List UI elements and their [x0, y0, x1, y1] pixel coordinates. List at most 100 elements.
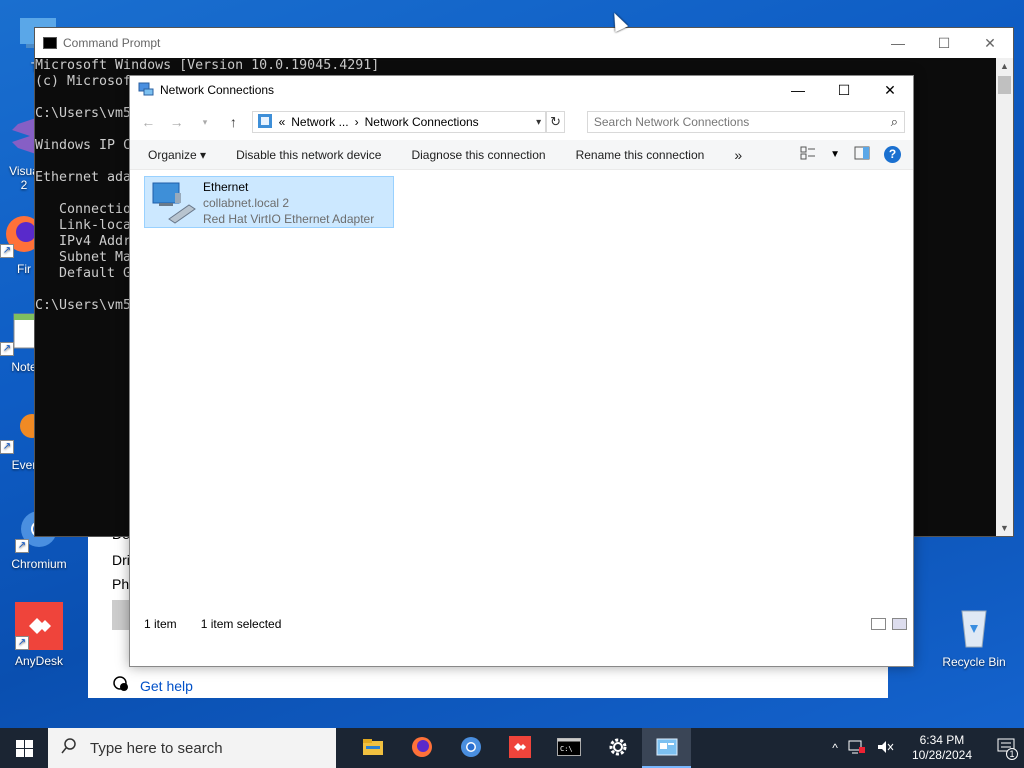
cmd-title: Command Prompt [63, 36, 161, 50]
desktop-icon-anydesk[interactable]: ↗ AnyDesk [1, 602, 77, 668]
anydesk-icon [508, 735, 531, 761]
organize-button[interactable]: Organize ▾ [148, 148, 206, 162]
system-clock[interactable]: 6:34 PM 10/28/2024 [904, 733, 980, 763]
network-tray-icon[interactable] [848, 739, 866, 758]
windows-logo-icon [15, 739, 33, 757]
network-connections-icon [138, 81, 154, 100]
shortcut-arrow-icon: ↗ [15, 539, 29, 553]
search-icon [60, 737, 78, 759]
scroll-down-icon[interactable]: ▼ [996, 520, 1013, 536]
action-center-button[interactable]: 1 [990, 728, 1024, 768]
breadcrumb-overflow[interactable]: « [279, 115, 286, 129]
change-view-icon[interactable] [800, 146, 816, 163]
disable-device-button[interactable]: Disable this network device [236, 148, 381, 162]
ethernet-adapter-icon [149, 179, 197, 225]
search-icon: ⌕ [890, 114, 898, 129]
breadcrumb-network[interactable]: Network ... [291, 115, 348, 129]
adapter-network: collabnet.local 2 [203, 196, 290, 210]
shortcut-arrow-icon: ↗ [0, 342, 14, 356]
cmd-output-line: Microsoft Windows [Version 10.0.19045.42… [35, 58, 380, 73]
network-connections-icon [656, 738, 678, 759]
back-arrow-icon[interactable]: ← [138, 114, 158, 130]
taskbar-file-explorer[interactable] [348, 728, 397, 768]
show-hidden-icons-chevron-icon[interactable]: ^ [832, 741, 838, 755]
file-list[interactable]: Ethernet collabnet.local 2 Red Hat VirtI… [130, 170, 913, 636]
desktop-icon-label: Chromium [11, 557, 67, 571]
shortcut-arrow-icon: ↗ [0, 244, 14, 258]
rename-button[interactable]: Rename this connection [576, 148, 705, 162]
help-icon[interactable]: ? [884, 146, 901, 163]
scroll-up-icon[interactable]: ▲ [996, 58, 1013, 74]
minimize-button[interactable]: — [775, 82, 821, 99]
close-button[interactable]: ✕ [967, 35, 1013, 52]
recent-locations-chevron-icon[interactable]: ▾ [195, 117, 215, 128]
diagnose-button[interactable]: Diagnose this connection [411, 148, 545, 162]
taskbar-chromium[interactable] [446, 728, 495, 768]
network-connections-window[interactable]: Network Connections — ☐ ✕ ← → ▾ ↑ « Netw… [129, 75, 914, 667]
forward-arrow-icon[interactable]: → [166, 114, 186, 130]
maximize-button[interactable]: ☐ [921, 35, 967, 52]
item-count: 1 item [144, 617, 177, 631]
scroll-thumb[interactable] [998, 76, 1011, 94]
taskbar-anydesk[interactable] [495, 728, 544, 768]
nc-title: Network Connections [160, 83, 275, 97]
search-placeholder: Search Network Connections [593, 115, 750, 129]
adapter-name: Ethernet [203, 180, 249, 194]
chromium-icon [460, 736, 482, 761]
settings-gray-block [112, 600, 130, 630]
status-bar: 1 item 1 item selected [130, 612, 913, 636]
taskbar-firefox[interactable] [397, 728, 446, 768]
shortcut-arrow-icon: ↗ [15, 636, 29, 650]
cmd-icon: C:\ [556, 737, 581, 759]
taskbar: Type here to search C:\ ^ 6:34 PM 10/28/… [0, 728, 1024, 768]
desktop-icon-label: AnyDesk [14, 654, 64, 668]
desktop-icon-recycle-bin[interactable]: Recycle Bin [936, 603, 1012, 669]
address-bar[interactable]: « Network ... › Network Connections ▾ [251, 111, 547, 133]
start-button[interactable] [0, 728, 48, 768]
control-panel-icon [257, 113, 273, 132]
chat-help-icon [112, 675, 130, 696]
anydesk-icon: ↗ [15, 602, 63, 650]
taskbar-search-placeholder: Type here to search [90, 739, 223, 757]
up-arrow-icon[interactable]: ↑ [223, 114, 243, 130]
clock-date: 10/28/2024 [911, 748, 972, 762]
selection-count: 1 item selected [200, 617, 282, 631]
minimize-button[interactable]: — [875, 35, 921, 52]
breadcrumb-network-connections[interactable]: Network Connections [365, 115, 479, 129]
more-commands-button[interactable]: » [734, 147, 742, 163]
details-view-icon[interactable] [871, 618, 886, 630]
chevron-down-icon[interactable]: ▾ [536, 117, 541, 128]
svg-text:C:\: C:\ [560, 745, 573, 753]
taskbar-search-box[interactable]: Type here to search [48, 728, 336, 768]
notification-count: 1 [1006, 748, 1018, 760]
get-help-link[interactable]: Get help [112, 675, 193, 696]
taskbar-command-prompt[interactable]: C:\ [544, 728, 593, 768]
breadcrumb-separator[interactable]: › [355, 115, 359, 129]
nc-title-bar[interactable]: Network Connections — ☐ ✕ [130, 76, 913, 104]
file-explorer-icon [362, 738, 384, 759]
shortcut-arrow-icon: ↗ [0, 440, 14, 454]
taskbar-settings[interactable] [593, 728, 642, 768]
clock-time: 6:34 PM [919, 733, 965, 747]
volume-muted-icon[interactable] [876, 739, 894, 758]
maximize-button[interactable]: ☐ [821, 82, 867, 99]
address-bar-row: ← → ▾ ↑ « Network ... › Network Connecti… [130, 104, 913, 140]
firefox-icon [411, 736, 433, 761]
search-input[interactable]: Search Network Connections ⌕ [586, 111, 905, 133]
settings-text-fragment: Dri [112, 552, 130, 568]
preview-pane-icon[interactable] [854, 146, 870, 163]
cmd-icon [43, 37, 57, 49]
close-button[interactable]: ✕ [867, 82, 913, 99]
large-icons-view-icon[interactable] [892, 618, 907, 630]
gear-icon [607, 736, 629, 761]
taskbar-network-connections[interactable] [642, 728, 691, 768]
adapter-device: Red Hat VirtIO Ethernet Adapter [203, 212, 375, 226]
cmd-title-bar[interactable]: Command Prompt — ☐ ✕ [35, 28, 1013, 58]
refresh-icon[interactable]: ↻ [546, 111, 565, 133]
get-help-label: Get help [140, 677, 193, 694]
cmd-scrollbar[interactable]: ▲ ▼ [996, 58, 1013, 536]
desktop-icon-label: Recycle Bin [942, 655, 1006, 669]
view-options-chevron-icon[interactable]: ▼ [830, 149, 840, 160]
recycle-bin-icon [950, 603, 998, 651]
network-adapter-item[interactable]: Ethernet collabnet.local 2 Red Hat VirtI… [144, 176, 394, 228]
